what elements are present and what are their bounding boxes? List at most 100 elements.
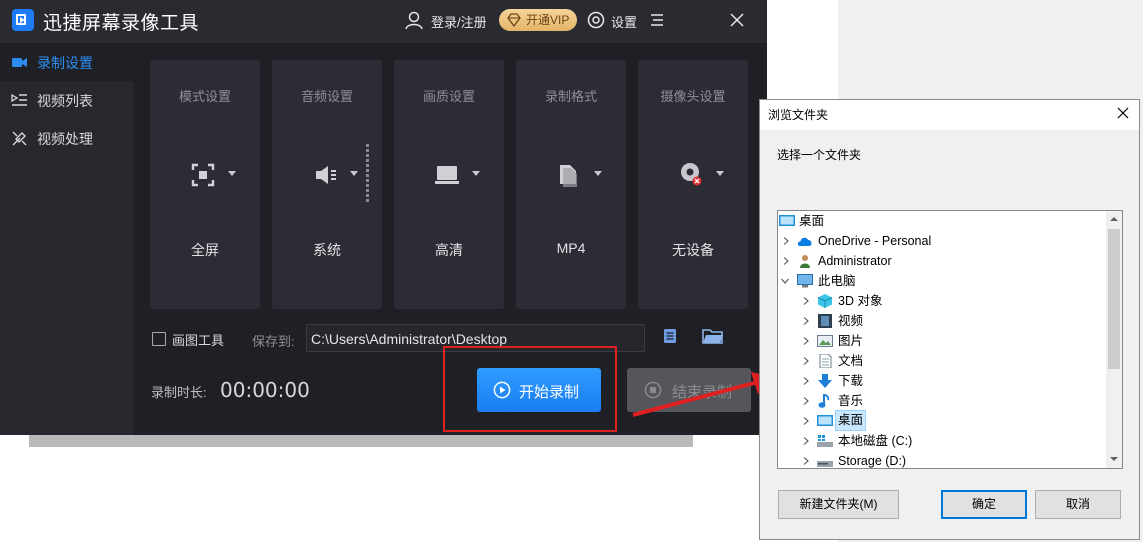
tools-icon — [12, 131, 27, 146]
tree-item-label: 本地磁盘 (C:) — [838, 434, 913, 448]
drive-icon — [817, 435, 833, 447]
chevron-right-icon[interactable] — [802, 397, 810, 405]
tree-item-label: 下载 — [838, 374, 864, 388]
user-folder-icon — [800, 255, 810, 268]
dialog-body: 选择一个文件夹 桌面 OneDrive - Personal Administr… — [760, 130, 1139, 539]
folder-tree[interactable]: 桌面 OneDrive - Personal Administrator 此电脑 — [777, 210, 1123, 469]
videos-folder-icon — [818, 314, 832, 328]
title-bar: 迅捷屏幕录像工具 登录/注册 开通VIP 设置 — [0, 0, 767, 43]
tree-item-label: 桌面 — [835, 410, 867, 431]
tree-item-label: 3D 对象 — [838, 294, 883, 308]
card-value: 高清 — [435, 242, 463, 258]
quality-settings-card[interactable]: 画质设置 高清 — [394, 60, 504, 309]
card-title: 模式设置 — [178, 89, 231, 104]
chevron-right-icon[interactable] — [802, 297, 810, 305]
scrollbar-thumb[interactable] — [1108, 229, 1120, 369]
browse-folder-dialog: 浏览文件夹 选择一个文件夹 桌面 OneDrive - Personal Adm… — [759, 99, 1140, 540]
documents-folder-icon — [819, 354, 832, 368]
ok-button[interactable]: 确定 — [941, 490, 1027, 519]
sidebar-item-video-list[interactable]: 视频列表 — [0, 81, 134, 119]
downloads-folder-icon — [818, 374, 832, 388]
tree-item-label: OneDrive - Personal — [818, 234, 932, 248]
vip-button[interactable]: 开通VIP — [499, 9, 577, 31]
audio-settings-card[interactable]: 音频设置 系统 — [272, 60, 382, 309]
sidebar-item-label: 录制设置 — [37, 55, 93, 71]
tree-scrollbar[interactable] — [1106, 211, 1122, 468]
chevron-down-icon[interactable] — [781, 277, 789, 285]
diamond-icon — [507, 13, 521, 27]
file-list-icon[interactable] — [662, 328, 678, 344]
camera-settings-card[interactable]: 摄像头设置 无设备 — [638, 60, 748, 309]
sidebar-item-label: 视频处理 — [37, 131, 93, 147]
drive-icon — [817, 461, 833, 467]
chevron-right-icon[interactable] — [802, 317, 810, 325]
window-shadow — [29, 435, 693, 447]
sidebar-item-label: 视频列表 — [37, 93, 93, 109]
tree-item-storage-d[interactable]: Storage (D:) — [778, 451, 1106, 468]
tree-item-music[interactable]: 音乐 — [778, 391, 1106, 411]
tree-item-label: Storage (D:) — [838, 454, 907, 468]
tree-item-documents[interactable]: 文档 — [778, 351, 1106, 371]
folder-open-icon[interactable] — [702, 327, 724, 345]
cloud-icon — [797, 237, 812, 246]
tree-item-desktop-root[interactable]: 桌面 — [778, 211, 1106, 231]
draw-tool-checkbox[interactable] — [152, 332, 166, 346]
scroll-up-icon[interactable] — [1110, 217, 1118, 221]
tree-item-videos[interactable]: 视频 — [778, 311, 1106, 331]
scroll-down-icon[interactable] — [1110, 457, 1118, 461]
tree-item-label: Administrator — [818, 254, 892, 268]
card-title: 摄像头设置 — [660, 89, 726, 104]
close-icon[interactable] — [1117, 107, 1129, 119]
chevron-down-icon[interactable] — [350, 171, 358, 176]
tree-item-label: 文档 — [838, 354, 864, 368]
chevron-right-icon[interactable] — [802, 357, 810, 365]
card-value: 全屏 — [191, 242, 219, 258]
tree-item-desktop-selected[interactable]: 桌面 — [778, 410, 1106, 431]
speaker-icon — [316, 166, 336, 184]
format-settings-card[interactable]: 录制格式 MP4 — [516, 60, 626, 309]
annotation-arrow-icon — [632, 372, 778, 417]
computer-icon — [797, 274, 813, 288]
tree-item-downloads[interactable]: 下载 — [778, 371, 1106, 391]
menu-icon[interactable] — [650, 13, 664, 27]
chevron-down-icon[interactable] — [594, 171, 602, 176]
desktop-icon — [817, 415, 833, 426]
tree-item-3d-objects[interactable]: 3D 对象 — [778, 291, 1106, 311]
tree-item-local-disk-c[interactable]: 本地磁盘 (C:) — [778, 431, 1106, 451]
mode-settings-card[interactable]: 模式设置 全屏 — [150, 60, 260, 309]
card-value: MP4 — [556, 240, 586, 256]
chevron-right-icon[interactable] — [782, 237, 790, 245]
login-register-link[interactable]: 登录/注册 — [431, 12, 487, 31]
user-icon[interactable] — [404, 10, 424, 30]
settings-link[interactable]: 设置 — [611, 12, 637, 31]
video-camera-icon — [12, 58, 27, 67]
tree-item-this-pc[interactable]: 此电脑 — [778, 271, 1106, 291]
background-gap — [767, 0, 838, 100]
desktop-icon — [779, 215, 795, 226]
tree-item-onedrive[interactable]: OneDrive - Personal — [778, 231, 1106, 251]
cancel-button[interactable]: 取消 — [1035, 490, 1121, 519]
sidebar-item-video-processing[interactable]: 视频处理 — [0, 119, 134, 157]
chevron-down-icon[interactable] — [228, 171, 236, 176]
chevron-down-icon[interactable] — [472, 171, 480, 176]
draw-tool-label: 画图工具 — [172, 333, 225, 348]
volume-level-bars — [366, 144, 370, 204]
sidebar-item-record-settings[interactable]: 录制设置 — [0, 43, 134, 81]
tree-item-pictures[interactable]: 图片 — [778, 331, 1106, 351]
close-icon[interactable] — [730, 13, 744, 27]
tree-item-administrator[interactable]: Administrator — [778, 251, 1106, 271]
card-title: 画质设置 — [422, 89, 475, 104]
chevron-right-icon[interactable] — [802, 417, 810, 425]
chevron-right-icon[interactable] — [802, 337, 810, 345]
chevron-right-icon[interactable] — [802, 377, 810, 385]
gear-icon[interactable] — [587, 11, 605, 29]
tree-item-label: 视频 — [838, 314, 864, 328]
chevron-down-icon[interactable] — [716, 171, 724, 176]
duration-value: 00:00:00 — [220, 378, 310, 402]
sidebar: 录制设置 视频列表 视频处理 — [0, 43, 134, 435]
chevron-right-icon[interactable] — [782, 257, 790, 265]
new-folder-button[interactable]: 新建文件夹(M) — [778, 490, 899, 519]
chevron-right-icon[interactable] — [802, 437, 810, 445]
monitor-icon — [435, 166, 459, 184]
chevron-right-icon[interactable] — [802, 457, 810, 465]
